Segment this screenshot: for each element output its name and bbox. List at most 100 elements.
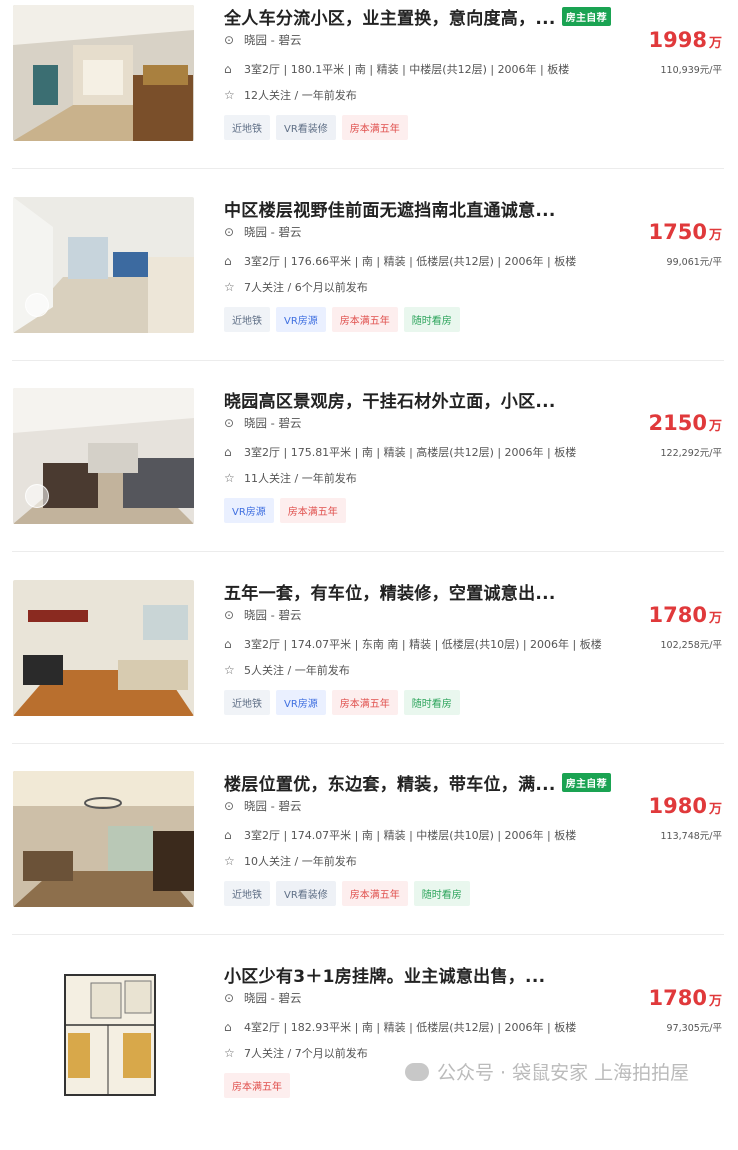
location-pin-icon: ⊙ <box>224 225 235 239</box>
listing-price: 1998 万 <box>648 28 722 52</box>
listing-info: ⌂ 3室2厅 | 180.1平米 | 南 | 精装 | 中楼层(共12层) | 2… <box>224 62 570 76</box>
listing-info: ⌂ 4室2厅 | 182.93平米 | 南 | 精装 | 低楼层(共12层) | … <box>224 1020 577 1034</box>
star-icon: ☆ <box>224 1046 235 1060</box>
listing-photo[interactable] <box>13 963 194 1099</box>
tag-view-anytime: 随时看房 <box>403 307 460 332</box>
listing-photo[interactable] <box>13 388 194 524</box>
house-icon: ⌂ <box>224 637 232 651</box>
star-icon: ☆ <box>224 280 235 294</box>
listing-info: ⌂ 3室2厅 | 174.07平米 | 东南 南 | 精装 | 低楼层(共10层)… <box>224 637 602 651</box>
wechat-icon <box>405 1063 429 1081</box>
listing-unit-price: 102,258元/平 <box>660 640 723 651</box>
tag-vr-decoration: VR看装修 <box>276 881 336 906</box>
tag-view-anytime: 随时看房 <box>403 690 460 715</box>
listing-unit-price: 110,939元/平 <box>660 65 723 76</box>
listing-unit-price: 122,292元/平 <box>660 448 723 459</box>
listing-title[interactable]: 全人车分流小区，业主置换，意向度高，... 房主自荐 <box>224 4 611 29</box>
tag-near-metro: 近地铁 <box>224 690 270 715</box>
divider <box>12 551 724 552</box>
interior-photo-image <box>13 5 194 141</box>
listing-unit-price: 97,305元/平 <box>666 1023 722 1034</box>
tag-vr-decoration: VR看装修 <box>276 115 336 140</box>
house-icon: ⌂ <box>224 445 232 459</box>
tag-five-years: 房本满五年 <box>331 307 398 332</box>
tag-five-years: 房本满五年 <box>224 1073 290 1098</box>
listing-info: ⌂ 3室2厅 | 174.07平米 | 南 | 精装 | 中楼层(共10层) | … <box>224 828 577 842</box>
listing-price: 2150 万 <box>648 411 722 435</box>
listing-card[interactable]: 全人车分流小区，业主置换，意向度高，... 房主自荐 ⊙ 晓园 - 碧云 ⌂ 3室2厅… <box>0 0 738 192</box>
listing-tags: 近地铁 VR看装修 房本满五年 随时看房 <box>224 881 470 906</box>
listing-card[interactable]: 小区少有3＋1房挂牌。业主诚意出售，... ⊙ 晓园 - 碧云 ⌂ 4室2厅 | 1… <box>0 958 738 1150</box>
listing-follow: ☆ 7人关注 / 7个月以前发布 <box>224 1046 368 1060</box>
tag-near-metro: 近地铁 <box>224 307 270 332</box>
owner-recommend-badge: 房主自荐 <box>561 7 611 26</box>
listing-location: ⊙ 晓园 - 碧云 <box>224 33 302 47</box>
tag-vr-listing: VR房源 <box>276 307 326 332</box>
listing-follow: ☆ 10人关注 / 一年前发布 <box>224 854 357 868</box>
listing-tags: 近地铁 VR看装修 房本满五年 <box>224 115 408 140</box>
house-icon: ⌂ <box>224 254 232 268</box>
listing-location: ⊙ 晓园 - 碧云 <box>224 991 302 1005</box>
listing-follow: ☆ 5人关注 / 一年前发布 <box>224 663 350 677</box>
listing-title[interactable]: 楼层位置优，东边套，精装，带车位，满... 房主自荐 <box>224 770 611 795</box>
listing-photo[interactable] <box>13 580 194 716</box>
listing-price: 1780 万 <box>648 986 722 1010</box>
listing-card[interactable]: 五年一套，有车位，精装修，空置诚意出... ⊙ 晓园 - 碧云 ⌂ 3室2厅 | 1… <box>0 575 738 767</box>
tag-five-years: 房本满五年 <box>331 690 398 715</box>
listing-title[interactable]: 小区少有3＋1房挂牌。业主诚意出售，... <box>224 962 545 987</box>
tag-near-metro: 近地铁 <box>224 881 270 906</box>
tag-view-anytime: 随时看房 <box>413 881 470 906</box>
listing-photo[interactable] <box>13 197 194 333</box>
divider <box>12 168 724 169</box>
listing-card[interactable]: 楼层位置优，东边套，精装，带车位，满... 房主自荐 ⊙ 晓园 - 碧云 ⌂ 3室2厅… <box>0 766 738 958</box>
listing-photo[interactable] <box>13 771 194 907</box>
location-pin-icon: ⊙ <box>224 416 235 430</box>
vr-icon <box>25 293 49 317</box>
listing-price: 1980 万 <box>648 794 722 818</box>
listing-card[interactable]: 中区楼层视野佳前面无遮挡南北直通诚意... ⊙ 晓园 - 碧云 ⌂ 3室2厅 | 1… <box>0 192 738 384</box>
star-icon: ☆ <box>224 663 235 677</box>
owner-recommend-badge: 房主自荐 <box>561 773 611 792</box>
listing-follow: ☆ 12人关注 / 一年前发布 <box>224 88 357 102</box>
tag-vr-listing: VR房源 <box>276 690 326 715</box>
listing-card[interactable]: 晓园高区景观房，干挂石材外立面，小区... ⊙ 晓园 - 碧云 ⌂ 3室2厅 | 1… <box>0 383 738 575</box>
divider <box>12 934 724 935</box>
wechat-watermark: 公众号 · 袋鼠安家 上海拍拍屋 <box>405 1058 689 1085</box>
listing-tags: VR房源 房本满五年 <box>224 498 346 523</box>
tag-vr-listing: VR房源 <box>224 498 274 523</box>
location-pin-icon: ⊙ <box>224 608 235 622</box>
listing-follow: ☆ 11人关注 / 一年前发布 <box>224 471 357 485</box>
location-pin-icon: ⊙ <box>224 991 235 1005</box>
listing-title[interactable]: 中区楼层视野佳前面无遮挡南北直通诚意... <box>224 196 556 221</box>
listing-location: ⊙ 晓园 - 碧云 <box>224 608 302 622</box>
floor-plan-image <box>13 963 194 1099</box>
house-icon: ⌂ <box>224 828 232 842</box>
listing-photo[interactable] <box>13 5 194 141</box>
star-icon: ☆ <box>224 854 235 868</box>
listing-unit-price: 113,748元/平 <box>660 831 723 842</box>
listing-unit-price: 99,061元/平 <box>666 257 722 268</box>
listing-location: ⊙ 晓园 - 碧云 <box>224 225 302 239</box>
tag-five-years: 房本满五年 <box>341 115 408 140</box>
listing-tags: 房本满五年 <box>224 1073 290 1098</box>
listing-price: 1750 万 <box>648 220 722 244</box>
tag-five-years: 房本满五年 <box>279 498 346 523</box>
house-icon: ⌂ <box>224 62 232 76</box>
vr-icon <box>25 484 49 508</box>
listing-location: ⊙ 晓园 - 碧云 <box>224 799 302 813</box>
divider <box>12 360 724 361</box>
listing-title[interactable]: 五年一套，有车位，精装修，空置诚意出... <box>224 579 556 604</box>
interior-photo-image <box>13 771 194 907</box>
star-icon: ☆ <box>224 471 235 485</box>
location-pin-icon: ⊙ <box>224 799 235 813</box>
listing-info: ⌂ 3室2厅 | 176.66平米 | 南 | 精装 | 低楼层(共12层) | … <box>224 254 577 268</box>
listing-location: ⊙ 晓园 - 碧云 <box>224 416 302 430</box>
house-icon: ⌂ <box>224 1020 232 1034</box>
divider <box>12 743 724 744</box>
tag-five-years: 房本满五年 <box>341 881 408 906</box>
listing-tags: 近地铁 VR房源 房本满五年 随时看房 <box>224 690 460 715</box>
listing-price: 1780 万 <box>648 603 722 627</box>
listing-info: ⌂ 3室2厅 | 175.81平米 | 南 | 精装 | 高楼层(共12层) | … <box>224 445 577 459</box>
listing-title[interactable]: 晓园高区景观房，干挂石材外立面，小区... <box>224 387 556 412</box>
star-icon: ☆ <box>224 88 235 102</box>
